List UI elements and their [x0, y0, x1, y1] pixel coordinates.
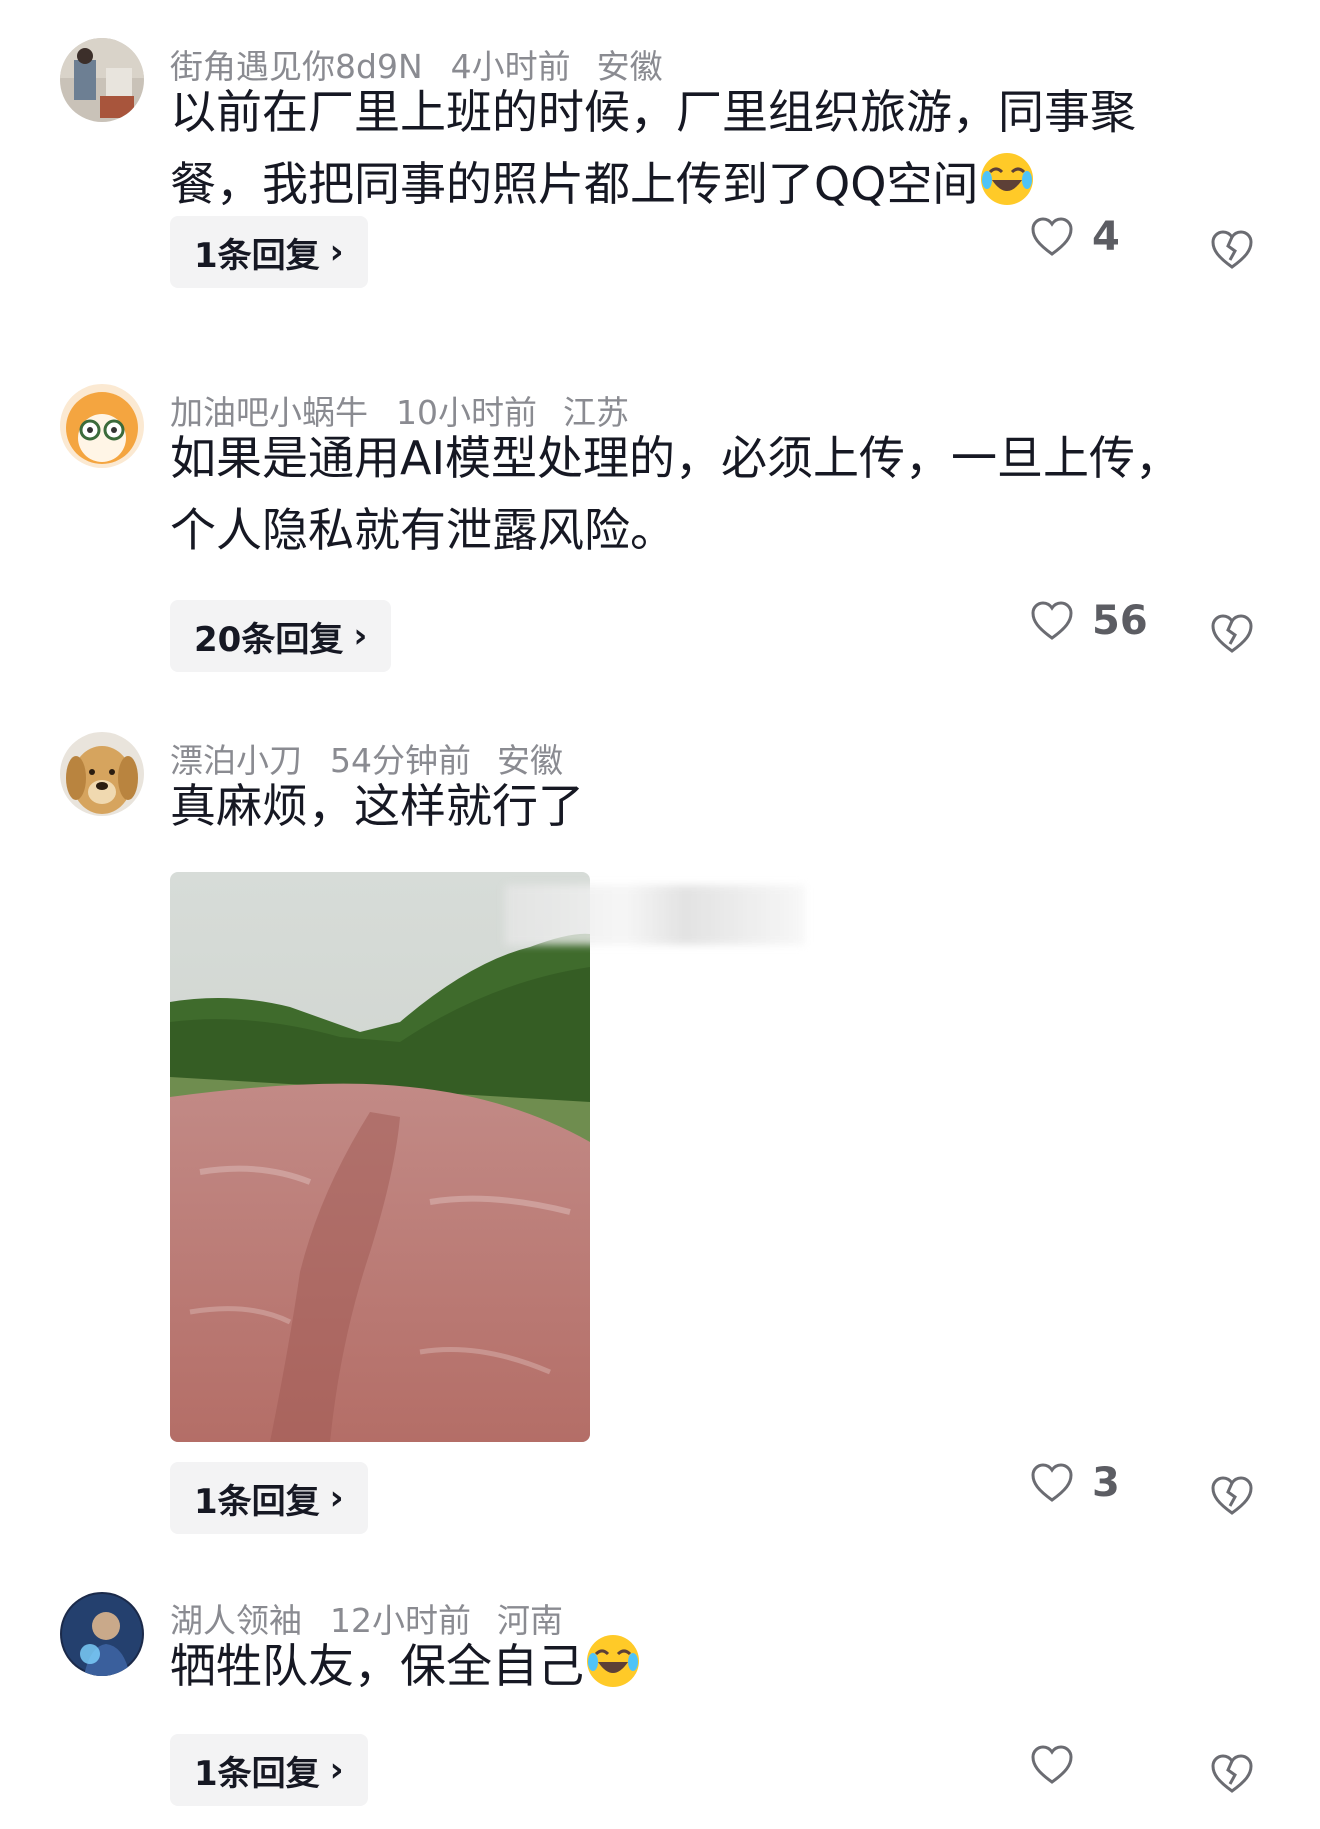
avatar[interactable] — [60, 38, 144, 122]
view-replies-button[interactable]: 1条回复 › — [170, 1462, 368, 1534]
heart-outline-icon — [1031, 1745, 1073, 1784]
comment-text: 以前在厂里上班的时候，厂里组织旅游，同事聚餐，我把同事的照片都上传到了QQ空间 — [170, 76, 1210, 220]
broken-heart-icon[interactable] — [1210, 1752, 1254, 1796]
like-count: 3 — [1092, 1460, 1120, 1506]
like-button[interactable] — [1030, 1744, 1092, 1786]
broken-heart-icon[interactable] — [1210, 612, 1254, 656]
view-replies-button[interactable]: 20条回复 › — [170, 600, 392, 672]
view-replies-button[interactable]: 1条回复 › — [170, 1734, 368, 1806]
reply-label: 20条回复 — [194, 619, 344, 660]
reply-label: 1条回复 — [194, 1481, 320, 1522]
like-button[interactable]: 56 — [1030, 598, 1148, 644]
avatar[interactable] — [60, 732, 144, 816]
broken-heart-icon[interactable] — [1210, 228, 1254, 272]
comment-text: 牺牲队友，保全自己 — [170, 1630, 1210, 1702]
like-button[interactable]: 3 — [1030, 1460, 1120, 1506]
comment-text-content: 牺牲队友，保全自己 — [170, 1639, 584, 1693]
comment-image[interactable] — [170, 872, 590, 1442]
comment-text: 真麻烦，这样就行了 — [170, 770, 1210, 842]
comment-text: 如果是通用AI模型处理的，必须上传，一旦上传，个人隐私就有泄露风险。 — [170, 422, 1210, 566]
comment-text-content: 真麻烦，这样就行了 — [170, 779, 584, 833]
laughing-crying-emoji-icon — [587, 1635, 639, 1687]
pixelated-overlay — [505, 885, 805, 945]
view-replies-button[interactable]: 1条回复 › — [170, 216, 368, 288]
reply-label: 1条回复 — [194, 235, 320, 276]
laughing-crying-emoji-icon — [981, 153, 1034, 205]
like-count: 56 — [1092, 598, 1148, 644]
reply-label: 1条回复 — [194, 1753, 320, 1794]
heart-outline-icon — [1031, 1463, 1073, 1502]
broken-heart-icon[interactable] — [1210, 1474, 1254, 1518]
heart-outline-icon — [1031, 601, 1073, 640]
chevron-right-icon: › — [353, 616, 368, 656]
heart-outline-icon — [1031, 217, 1073, 256]
like-button[interactable]: 4 — [1030, 214, 1120, 260]
chevron-right-icon: › — [329, 1478, 344, 1518]
dirt-road-photo — [170, 872, 590, 1442]
chevron-right-icon: › — [329, 1750, 344, 1790]
avatar[interactable] — [60, 384, 144, 468]
avatar[interactable] — [60, 1592, 144, 1676]
like-count: 4 — [1092, 214, 1120, 260]
chevron-right-icon: › — [329, 232, 344, 272]
comment-text-content: 如果是通用AI模型处理的，必须上传，一旦上传，个人隐私就有泄露风险。 — [170, 431, 1182, 557]
